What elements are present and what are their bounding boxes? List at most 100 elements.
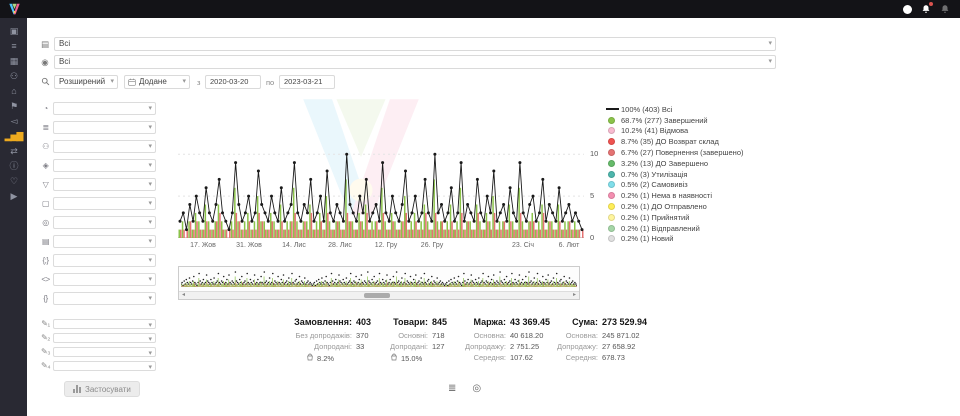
legend-item[interactable]: 10.2% (41) Відмова <box>606 126 778 137</box>
stat-label: Замовлення: <box>288 317 352 327</box>
legend-item[interactable]: 100% (403) Всі <box>606 104 778 115</box>
channels-filter-select[interactable]: Всі ▾ <box>54 55 776 69</box>
legend-item[interactable]: 6.7% (27) Повернення (завершено) <box>606 147 778 158</box>
integrations-icon[interactable]: ⇄ <box>4 146 23 158</box>
topbar-actions <box>903 4 950 14</box>
stat-sub-row: Допродані:127 <box>372 342 447 353</box>
chevron-down-icon: ▾ <box>148 180 152 190</box>
stat-sub-row: Допродажу:27 658.92 <box>536 342 647 353</box>
braces-filter-icon: {} <box>38 294 53 303</box>
tags-icon[interactable]: ⚑ <box>4 101 23 113</box>
editor-field-1-select[interactable]: ▾ <box>53 319 156 329</box>
stat-label: Маржа: <box>448 317 506 327</box>
chevron-down-icon: ▾ <box>148 161 152 171</box>
braces-filter-row: {}▾ <box>38 291 156 305</box>
region-filter-icon: ◎ <box>38 218 53 227</box>
chevron-down-icon: ▾ <box>148 256 152 266</box>
legend-item[interactable]: 0.5% (2) Самовивіз <box>606 180 778 191</box>
editor-field-4-select[interactable]: ▾ <box>53 361 156 371</box>
statuses-filter-select[interactable]: Всі ▾ <box>54 37 776 51</box>
legend-item[interactable]: 0.2% (1) Відправлений <box>606 223 778 234</box>
legend-item[interactable]: 0.2% (1) ДО Отправлено <box>606 201 778 212</box>
stat-value: 273 529.94 <box>602 317 647 327</box>
editor-field-1-pencil-icon: ✎₁ <box>38 319 53 328</box>
orders-list-icon[interactable]: ≡ <box>4 41 23 53</box>
apply-button[interactable]: Застосувати <box>64 381 140 397</box>
editor-field-2-pencil-icon: ✎₂ <box>38 333 53 342</box>
analytics-icon[interactable]: ▂▅▇ <box>4 131 23 143</box>
cells-filter-select[interactable]: ▾ <box>53 235 156 248</box>
funnel-filter-select[interactable]: ▾ <box>53 178 156 191</box>
y-axis-label: 5 <box>590 191 594 200</box>
list-view-icon[interactable]: ≣ <box>448 383 456 394</box>
megaphone-icon[interactable]: ◅ <box>4 116 23 128</box>
sliders-filter-select[interactable]: ▾ <box>53 121 156 134</box>
notifications-bell-icon[interactable] <box>921 4 931 14</box>
x-axis-label: 6. Лют <box>559 242 580 249</box>
braces-filter-select[interactable]: ▾ <box>53 292 156 305</box>
stat-sub-row: Основні:718 <box>372 331 447 342</box>
legend-item[interactable]: 3.2% (13) ДО Завершено <box>606 158 778 169</box>
stat-value: 107.62 <box>510 353 533 362</box>
legend-dot-swatch <box>606 149 621 156</box>
search-mode-select[interactable]: Розширений ▾ <box>54 75 118 89</box>
legend-item[interactable]: 0.2% (1) Прийнятий <box>606 212 778 223</box>
product-filter-row: ▢▾ <box>38 196 156 210</box>
stat-label: Основна: <box>536 331 598 340</box>
search-icon[interactable] <box>39 77 51 88</box>
legend-item[interactable]: 0.7% (3) Утилізація <box>606 169 778 180</box>
chevron-down-icon: ▾ <box>182 77 186 87</box>
donut-filter-select[interactable]: ▾ <box>53 102 156 115</box>
stat-label: Середня: <box>448 353 506 362</box>
date-from-input[interactable]: 2020-03-20 <box>205 75 261 89</box>
stat-sub-row: Середня:678.73 <box>536 353 647 364</box>
product-filter-select[interactable]: ▾ <box>53 197 156 210</box>
braces-semicolon-filter-select[interactable]: ▾ <box>53 254 156 267</box>
editor-field-3-select[interactable]: ▾ <box>53 347 156 357</box>
overview-scrollbar[interactable]: ◂ ▸ <box>179 291 579 299</box>
scrollbar-track[interactable] <box>188 293 570 298</box>
chart-overview-brush[interactable]: ◂ ▸ <box>178 266 580 300</box>
stat-sub-row: Основна:40 618.20 <box>448 331 550 342</box>
customers-icon[interactable]: ⚇ <box>4 71 23 83</box>
legend-label: 0.2% (1) Новий <box>621 234 673 243</box>
stat-label: Середня: <box>536 353 598 362</box>
legend-item[interactable]: 0.2% (1) Новий <box>606 234 778 245</box>
home-icon[interactable]: ⌂ <box>4 86 23 98</box>
stat-label: Основні: <box>372 331 428 340</box>
stat-main-row: Маржа:43 369.45 <box>448 317 550 331</box>
date-to-input[interactable]: 2023-03-21 <box>279 75 335 89</box>
theme-icon[interactable] <box>903 5 912 14</box>
orders-time-series-chart[interactable] <box>178 104 584 238</box>
catalog-grid-icon[interactable]: ▦ <box>4 56 23 68</box>
editor-field-2-select[interactable]: ▾ <box>53 333 156 343</box>
legend-item[interactable]: 0.2% (1) Нема в наявності <box>606 190 778 201</box>
angle-brackets-filter-select[interactable]: ▾ <box>53 273 156 286</box>
funnel-filter-icon: ▽ <box>38 180 53 189</box>
scroll-right-icon[interactable]: ▸ <box>570 292 579 299</box>
statuses-filter-value: Всі <box>59 39 70 48</box>
legend-item[interactable]: 8.7% (35) ДО Возврат склад <box>606 136 778 147</box>
manager-filter-select[interactable]: ▾ <box>53 140 156 153</box>
date-field-select[interactable]: Додане ▾ <box>124 75 190 89</box>
upsell-percent-row: 8.2% <box>288 353 371 363</box>
legend-label: 0.2% (1) Прийнятий <box>621 213 689 222</box>
info-icon[interactable]: ⓘ <box>4 161 23 173</box>
legend-dot-swatch <box>606 117 621 124</box>
scrollbar-handle[interactable] <box>364 293 390 298</box>
legend-item[interactable]: 68.7% (277) Завершений <box>606 115 778 126</box>
alerts-bell-icon[interactable] <box>940 4 950 14</box>
stats-column: Сума:273 529.94Основна:245 871.02Допрода… <box>536 317 647 364</box>
scroll-left-icon[interactable]: ◂ <box>179 292 188 299</box>
screen-cast-icon[interactable]: ▣ <box>4 26 23 38</box>
source-filter-select[interactable]: ▾ <box>53 159 156 172</box>
stat-main-row: Замовлення:403 <box>288 317 371 331</box>
date-to-label: по <box>266 78 274 87</box>
globe-view-icon[interactable]: ◎ <box>472 383 481 394</box>
region-filter-select[interactable]: ▾ <box>53 216 156 229</box>
video-icon[interactable]: ▶ <box>4 191 23 203</box>
app-logo-icon[interactable] <box>8 3 21 15</box>
source-filter-row: ◈▾ <box>38 158 156 172</box>
loyalty-icon[interactable]: ♡ <box>4 176 23 188</box>
stat-sub-row: Допродажу:2 751.25 <box>448 342 550 353</box>
